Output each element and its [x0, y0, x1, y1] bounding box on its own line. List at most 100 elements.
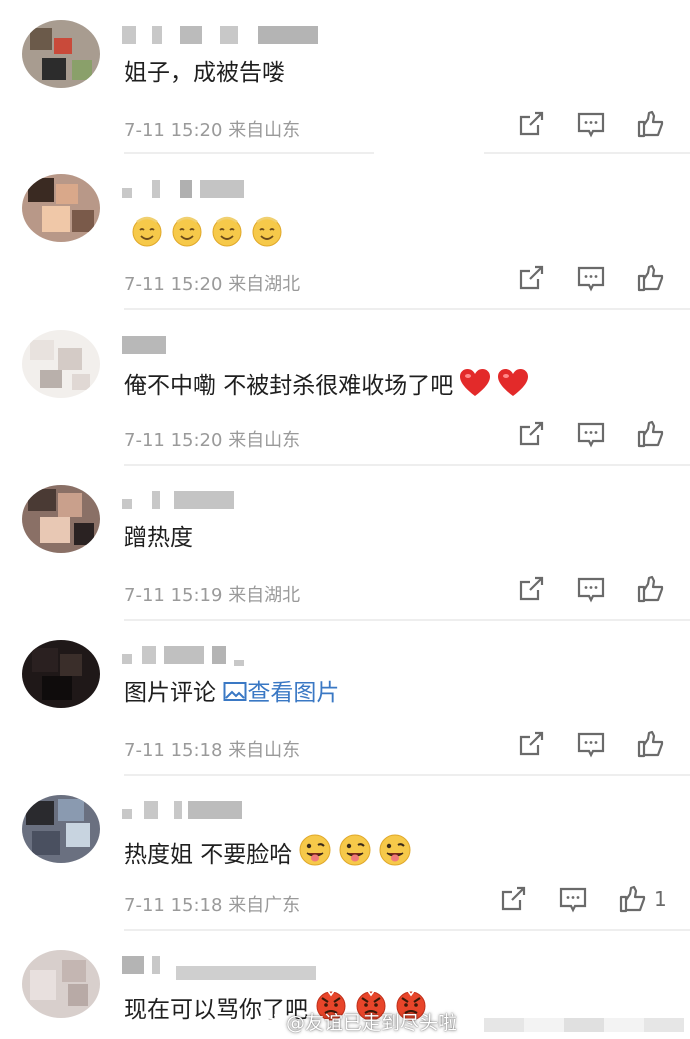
reply-button[interactable]	[575, 573, 607, 605]
comment-time: 7-11 15:18	[124, 895, 223, 916]
comment-time: 7-11 15:20	[124, 274, 223, 295]
share-button[interactable]	[515, 108, 547, 140]
divider	[124, 619, 690, 621]
comment-icon	[577, 422, 605, 448]
username-masked[interactable]	[122, 801, 352, 825]
username-masked[interactable]	[122, 336, 352, 360]
comment-text: 姐子，成被告喽	[124, 60, 285, 86]
comment-text: 热度姐 不要脸哈	[124, 833, 412, 870]
thumbs-up-icon	[637, 575, 664, 603]
watermark-text: @友谊已走到尽头啦	[286, 1012, 458, 1034]
comment-icon	[577, 577, 605, 603]
divider	[124, 152, 374, 154]
avatar[interactable]	[22, 950, 100, 1018]
view-image-text: 查看图片	[247, 680, 340, 706]
heart-emoji-icon	[498, 369, 529, 396]
like-button[interactable]	[635, 573, 667, 605]
comment-location: 来自山东	[228, 430, 301, 451]
thumbs-up-icon	[619, 885, 646, 913]
smile-emoji-icon	[212, 216, 242, 247]
avatar[interactable]	[22, 174, 100, 242]
comment-actions	[515, 418, 675, 454]
comment-meta: 7-11 15:20 来自湖北	[124, 270, 300, 296]
like-button[interactable]	[635, 728, 667, 760]
like-count: 1	[654, 887, 667, 911]
like-button[interactable]	[635, 262, 667, 294]
smile-emoji-icon	[132, 216, 162, 247]
comment-location: 来自山东	[228, 120, 301, 141]
view-image-link[interactable]: 查看图片	[223, 680, 339, 706]
comment-meta: 7-11 15:20 来自山东	[124, 426, 300, 452]
weibo-logo-icon	[260, 1014, 280, 1031]
comment-meta: 7-11 15:19 来自湖北	[124, 581, 300, 607]
share-icon	[519, 421, 544, 446]
like-button[interactable]	[617, 883, 649, 915]
comment-actions: 1	[497, 883, 677, 919]
avatar[interactable]	[22, 20, 100, 88]
comment-icon	[577, 266, 605, 292]
reply-button[interactable]	[575, 728, 607, 760]
thumbs-up-icon	[637, 730, 664, 758]
divider	[484, 152, 690, 154]
username-masked[interactable]	[122, 180, 352, 204]
share-button[interactable]	[497, 883, 529, 915]
comment-actions	[515, 573, 675, 609]
tongue-emoji-icon	[299, 834, 331, 866]
username-masked[interactable]	[122, 956, 352, 980]
avatar[interactable]	[22, 330, 100, 398]
share-icon	[519, 265, 544, 290]
username-masked[interactable]	[122, 26, 352, 50]
share-icon	[519, 576, 544, 601]
like-button[interactable]	[635, 418, 667, 450]
comment-location: 来自湖北	[228, 274, 301, 295]
reply-button[interactable]	[575, 108, 607, 140]
avatar[interactable]	[22, 795, 100, 863]
username-masked[interactable]	[122, 491, 352, 515]
reply-button[interactable]	[575, 262, 607, 294]
image-comment-label: 图片评论	[124, 680, 216, 706]
image-icon	[223, 682, 247, 701]
reply-button[interactable]	[575, 418, 607, 450]
comment-meta: 7-11 15:20 来自山东	[124, 116, 300, 142]
comment-location: 来自广东	[228, 895, 301, 916]
comment-icon	[559, 887, 587, 913]
username-masked[interactable]	[122, 646, 352, 670]
comment-text: 图片评论 查看图片	[124, 678, 339, 708]
reply-button[interactable]	[557, 883, 589, 915]
share-button[interactable]	[515, 262, 547, 294]
divider	[124, 774, 690, 776]
thumbs-up-icon	[637, 264, 664, 292]
share-button[interactable]	[515, 418, 547, 450]
avatar[interactable]	[22, 485, 100, 553]
comment-actions	[515, 728, 675, 764]
comment-actions	[515, 262, 675, 298]
comment-meta: 7-11 15:18 来自广东	[124, 891, 300, 917]
comment-actions	[515, 108, 675, 144]
comment-icon	[577, 112, 605, 138]
smile-emoji-icon	[252, 216, 282, 247]
comment-location: 来自湖北	[228, 585, 301, 606]
comment-location: 来自山东	[228, 740, 301, 761]
thumbs-up-icon	[637, 420, 664, 448]
comment-meta: 7-11 15:18 来自山东	[124, 736, 300, 762]
comment-text: 俺不中嘞 不被封杀很难收场了吧	[124, 368, 529, 401]
smile-emoji-icon	[172, 216, 202, 247]
share-icon	[519, 731, 544, 756]
share-button[interactable]	[515, 573, 547, 605]
comment-time: 7-11 15:18	[124, 740, 223, 761]
weibo-watermark: @友谊已走到尽头啦	[260, 1008, 457, 1035]
thumbs-up-icon	[637, 110, 664, 138]
share-icon	[519, 111, 544, 136]
comment-icon	[577, 732, 605, 758]
share-button[interactable]	[515, 728, 547, 760]
share-icon	[501, 886, 526, 911]
like-button[interactable]	[635, 108, 667, 140]
comment-time: 7-11 15:19	[124, 585, 223, 606]
comment-text-content: 俺不中嘞 不被封杀很难收场了吧	[124, 373, 454, 399]
heart-emoji-icon	[460, 369, 491, 396]
avatar[interactable]	[22, 640, 100, 708]
masked-strip	[484, 1018, 684, 1032]
comment-time: 7-11 15:20	[124, 430, 223, 451]
divider	[124, 308, 690, 310]
comment-text: 蹭热度	[124, 525, 193, 551]
